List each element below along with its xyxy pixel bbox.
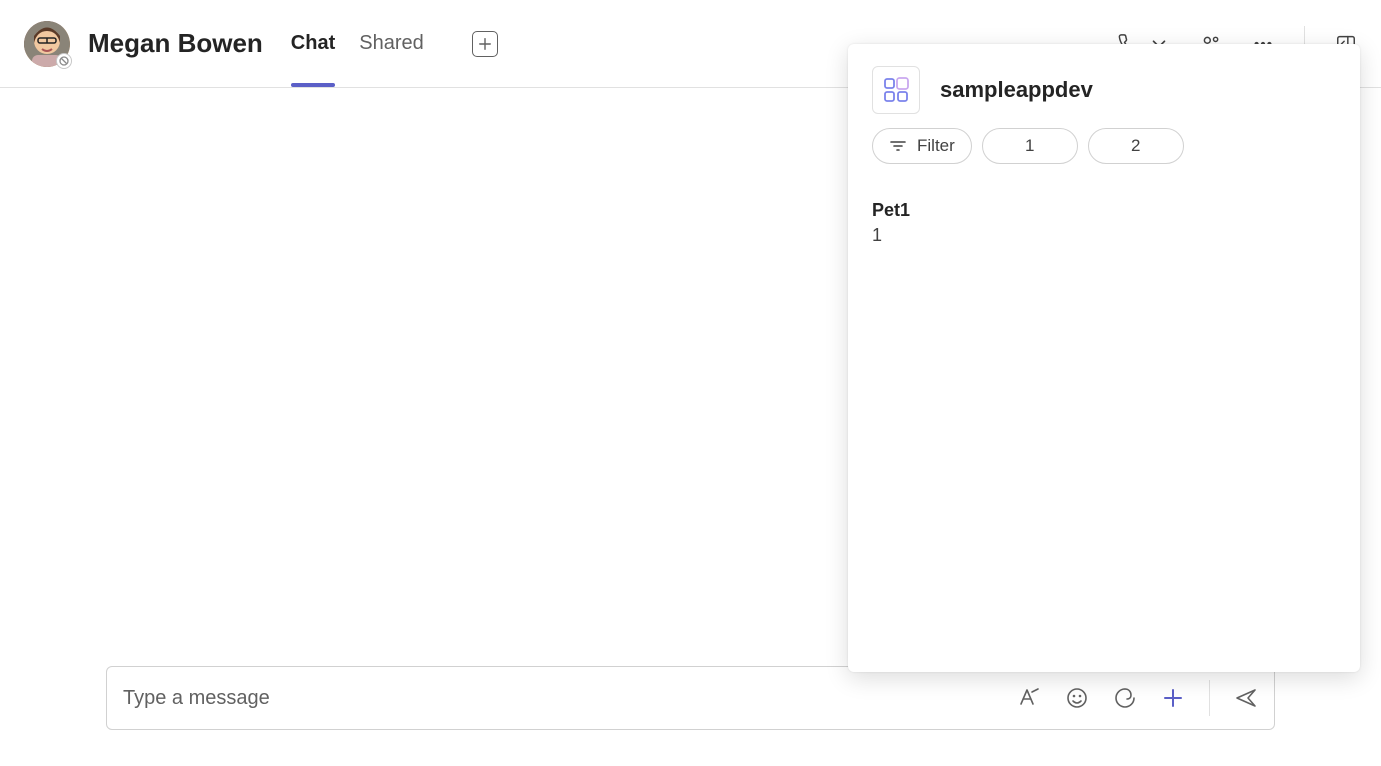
result-subtitle: 1	[872, 225, 1336, 246]
compose-box[interactable]	[106, 666, 1275, 730]
send-icon[interactable]	[1234, 686, 1258, 710]
message-extension-popup: sampleappdev Filter 1 2 Pet1 1	[848, 44, 1360, 672]
tab-chat[interactable]: Chat	[291, 0, 335, 87]
filter-button[interactable]: Filter	[872, 128, 972, 164]
app-icon	[872, 66, 920, 114]
loop-icon[interactable]	[1113, 686, 1137, 710]
filter-option-1[interactable]: 1	[982, 128, 1078, 164]
compose-actions	[1017, 680, 1258, 716]
popup-filters: Filter 1 2	[872, 128, 1336, 164]
contact-name[interactable]: Megan Bowen	[88, 28, 263, 59]
popup-header: sampleappdev	[872, 66, 1336, 114]
tab-shared[interactable]: Shared	[359, 0, 424, 87]
presence-offline-icon	[56, 53, 72, 69]
chat-tabs: Chat Shared	[291, 0, 498, 87]
compose-area	[106, 666, 1275, 730]
filter-option-2[interactable]: 2	[1088, 128, 1184, 164]
search-result-item[interactable]: Pet1 1	[872, 200, 1336, 246]
contact-avatar[interactable]	[24, 21, 70, 67]
message-input[interactable]	[123, 687, 1017, 710]
actions-plus-icon[interactable]	[1161, 686, 1185, 710]
app-name: sampleappdev	[940, 77, 1093, 103]
add-tab-button[interactable]	[472, 31, 498, 57]
separator	[1209, 680, 1210, 716]
format-icon[interactable]	[1017, 686, 1041, 710]
result-title: Pet1	[872, 200, 1336, 221]
emoji-icon[interactable]	[1065, 686, 1089, 710]
filter-label: Filter	[917, 136, 955, 156]
